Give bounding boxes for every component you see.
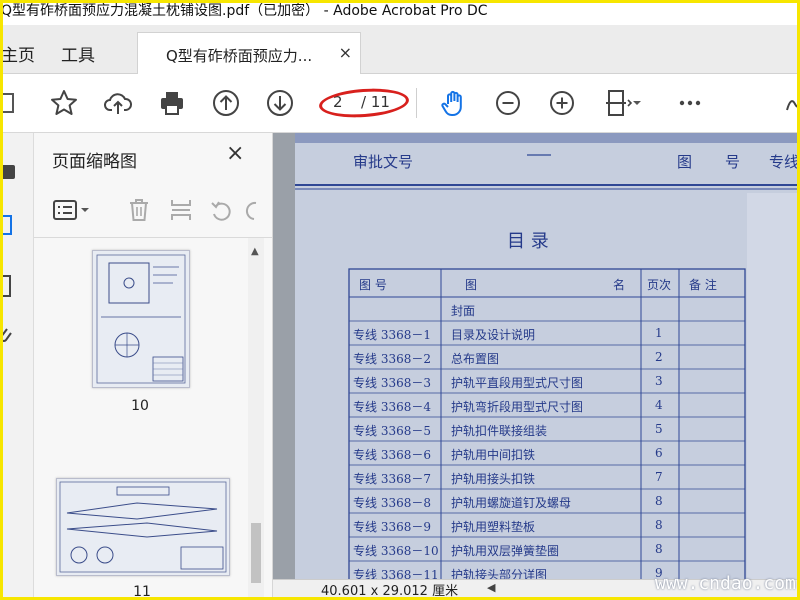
sign-icon[interactable]	[779, 86, 797, 120]
print-icon[interactable]	[155, 86, 189, 120]
toc-row-code: 专线 3368－8	[353, 496, 431, 510]
toc-row-code: 专线 3368－2	[353, 352, 431, 366]
panel-toolbar	[34, 185, 272, 238]
toc-row-name: 护轨弯折段用型式尺寸图	[451, 400, 584, 414]
toc-row-name: 护轨用接头扣铁	[451, 472, 536, 486]
toc-row-code: 专线 3368－1	[353, 328, 431, 342]
scroll-left-arrow-icon[interactable]: ◀	[487, 581, 495, 594]
previous-page-icon[interactable]	[209, 86, 243, 120]
rotate-clockwise-icon[interactable]	[242, 195, 262, 225]
toc-row-code: 专线 3368－9	[353, 520, 431, 534]
zoom-out-icon[interactable]	[491, 86, 525, 120]
toc-row-page: 8	[655, 542, 663, 556]
close-panel-icon[interactable]: ×	[226, 141, 244, 166]
toc-row-page: 4	[655, 398, 663, 412]
toc-row-name: 护轨用塑料垫板	[451, 520, 536, 534]
toc-row-page: 8	[655, 518, 663, 532]
toc-row-name: 护轨用螺旋道钉及螺母	[451, 496, 572, 510]
bookmarks-icon[interactable]	[3, 273, 17, 299]
toolbar-divider	[416, 88, 417, 118]
col-name-b: 名	[613, 278, 626, 292]
bookmark-star-icon[interactable]	[47, 86, 81, 120]
scrollbar-thumb[interactable]	[251, 523, 261, 583]
toc-row-code: 专线 3368－6	[353, 448, 431, 462]
toc-row-name: 封面	[451, 304, 476, 318]
toc-row-name: 护轨扣件联接组装	[451, 424, 548, 438]
toc-title: 目 录	[507, 231, 549, 252]
toc-row-name: 护轨用双层弹簧垫圈	[451, 544, 560, 558]
document-view[interactable]: 审批文号 图 号 专线 目 录 图 号 图 名 页次 备 注 封面专线 3368…	[273, 133, 797, 597]
toc-row-page: 3	[655, 374, 663, 388]
next-page-icon[interactable]	[263, 86, 297, 120]
chevron-down-icon[interactable]	[629, 86, 645, 120]
col-remarks: 备 注	[689, 278, 717, 292]
header-drawing-label: 图	[677, 153, 693, 171]
tab-tools[interactable]: 工具	[61, 41, 95, 66]
scroll-up-arrow-icon[interactable]: ▲	[251, 246, 259, 257]
toc-row-name: 总布置图	[451, 352, 500, 366]
thumbnail-number: 11	[133, 584, 151, 597]
toc-row-name: 护轨平直段用型式尺寸图	[451, 376, 584, 390]
header-line-label: 专线	[769, 153, 797, 171]
save-icon[interactable]	[3, 86, 21, 120]
toc-row-page: 1	[655, 326, 663, 340]
window-title: Q型有砟桥面预应力混凝土枕铺设图.pdf（已加密） - Adobe Acroba…	[1, 3, 488, 19]
tab-bar: 主页 工具 Q型有砟桥面预应力... ×	[3, 25, 797, 75]
thumbnails-panel: 页面缩略图 × 10 11 ▲	[34, 133, 273, 597]
thumbnail-scrollbar[interactable]: ▲	[248, 238, 264, 597]
toc-row-page: 5	[655, 422, 663, 436]
header-approval-label: 审批文号	[353, 153, 414, 171]
toc-row-page: 2	[655, 350, 663, 364]
page-thumbnails-icon[interactable]	[3, 213, 17, 239]
rotate-page-icon[interactable]	[206, 195, 236, 225]
toc-row-page: 7	[655, 470, 663, 484]
toc-row-page: 6	[655, 446, 663, 460]
tab-document-label: Q型有砟桥面预应力...	[166, 47, 313, 65]
toc-row-code: 专线 3368－4	[353, 400, 431, 414]
app-window: Q型有砟桥面预应力混凝土枕铺设图.pdf（已加密） - Adobe Acroba…	[0, 0, 800, 600]
toc-row-name: 护轨用中间扣铁	[451, 448, 536, 462]
page-size: 40.601 x 29.012 厘米	[321, 584, 459, 597]
col-name-a: 图	[465, 278, 478, 292]
col-code: 图 号	[359, 278, 387, 292]
hand-tool-icon[interactable]	[437, 86, 471, 120]
toc-row-code: 专线 3368－7	[353, 472, 431, 486]
header-number-label: 号	[725, 153, 741, 171]
left-navigation-rail	[3, 133, 34, 597]
insert-page-icon[interactable]	[166, 195, 196, 225]
toc-row-name: 目录及设计说明	[451, 328, 536, 342]
close-tab-icon[interactable]: ×	[339, 43, 352, 62]
page-thumbnail-10[interactable]	[92, 250, 190, 388]
pdf-page: 审批文号 图 号 专线 目 录 图 号 图 名 页次 备 注 封面专线 3368…	[295, 133, 797, 585]
tab-home[interactable]: 主页	[3, 41, 35, 66]
panel-title: 页面缩略图	[52, 152, 137, 172]
thumbnail-list[interactable]: 10 11 ▲	[34, 238, 264, 597]
toc-row-page: 8	[655, 494, 663, 508]
delete-page-icon[interactable]	[124, 195, 154, 225]
toolbar: 2 / 11	[3, 74, 797, 133]
tab-document[interactable]: Q型有砟桥面预应力... ×	[137, 32, 361, 75]
zoom-in-icon[interactable]	[545, 86, 579, 120]
toc-row-code: 专线 3368－3	[353, 376, 431, 390]
cloud-upload-icon[interactable]	[101, 86, 135, 120]
thumbnail-options-icon[interactable]	[50, 195, 80, 225]
attachment-icon[interactable]	[3, 323, 17, 349]
col-page: 页次	[647, 278, 672, 292]
page-thumbnail-11[interactable]	[56, 478, 230, 576]
thumbnail-number: 10	[131, 398, 149, 414]
more-tools-icon[interactable]	[673, 86, 707, 120]
watermark: www.cndao.com	[655, 573, 796, 594]
toc-row-code: 专线 3368－10	[353, 544, 439, 558]
title-bar: Q型有砟桥面预应力混凝土枕铺设图.pdf（已加密） - Adobe Acroba…	[3, 3, 797, 25]
lock-icon[interactable]	[3, 155, 17, 181]
options-chevron-down-icon[interactable]	[78, 195, 92, 225]
toc-row-code: 专线 3368－5	[353, 424, 431, 438]
